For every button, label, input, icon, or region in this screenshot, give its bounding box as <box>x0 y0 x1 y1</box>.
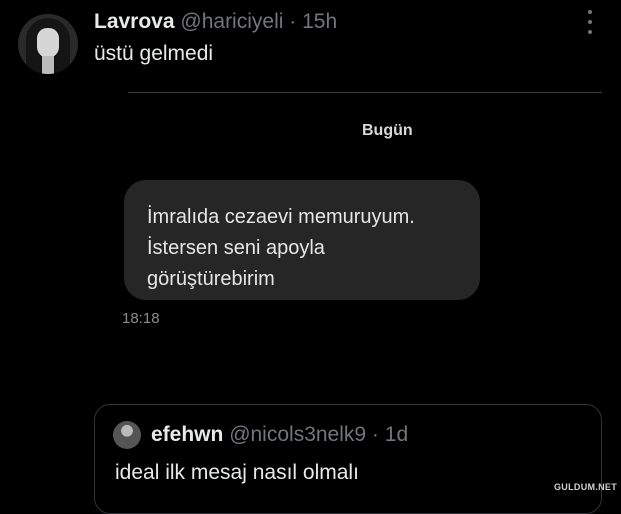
message-timestamp: 18:18 <box>122 310 160 327</box>
date-separator: Bugün <box>362 122 413 139</box>
quoted-user-handle: @nicols3nelk9 <box>229 423 367 446</box>
attached-screenshot[interactable]: Bugün İmralıda cezaevi memuruyum. İsters… <box>0 90 621 390</box>
avatar[interactable] <box>18 14 78 74</box>
quoted-display-name: efehwn <box>151 423 224 446</box>
user-handle[interactable]: @hariciyeli <box>180 10 283 33</box>
tweet-time[interactable]: 15h <box>302 10 337 33</box>
quoted-tweet[interactable]: efehwn @nicols3nelk9 · 1d ideal ilk mesa… <box>94 404 602 514</box>
more-dot <box>588 30 592 34</box>
quoted-tweet-time: 1d <box>384 423 409 446</box>
watermark: GULDUM.NET <box>554 482 617 492</box>
separator-dot: · <box>289 10 297 33</box>
divider <box>128 92 602 93</box>
quoted-tweet-text: ideal ilk mesaj nasıl olmalı <box>115 461 359 484</box>
more-dot <box>588 20 592 24</box>
avatar-face <box>37 28 59 58</box>
tweet-header: Lavrova @hariciyeli · 15h <box>94 8 337 36</box>
message-line: görüştürebirim <box>147 268 275 290</box>
quoted-tweet-header: efehwn @nicols3nelk9 · 1d <box>151 421 408 449</box>
message-bubble: İmralıda cezaevi memuruyum. İstersen sen… <box>124 180 480 300</box>
message-line: İmralıda cezaevi memuruyum. <box>147 206 415 228</box>
more-dot <box>588 10 592 14</box>
avatar-neck <box>42 56 54 74</box>
more-icon[interactable] <box>586 10 594 34</box>
quoted-avatar[interactable] <box>113 421 141 449</box>
message-line: İstersen seni apoyla <box>147 237 325 259</box>
display-name[interactable]: Lavrova <box>94 10 175 33</box>
tweet-text: üstü gelmedi <box>94 42 214 65</box>
separator-dot: · <box>371 423 379 446</box>
